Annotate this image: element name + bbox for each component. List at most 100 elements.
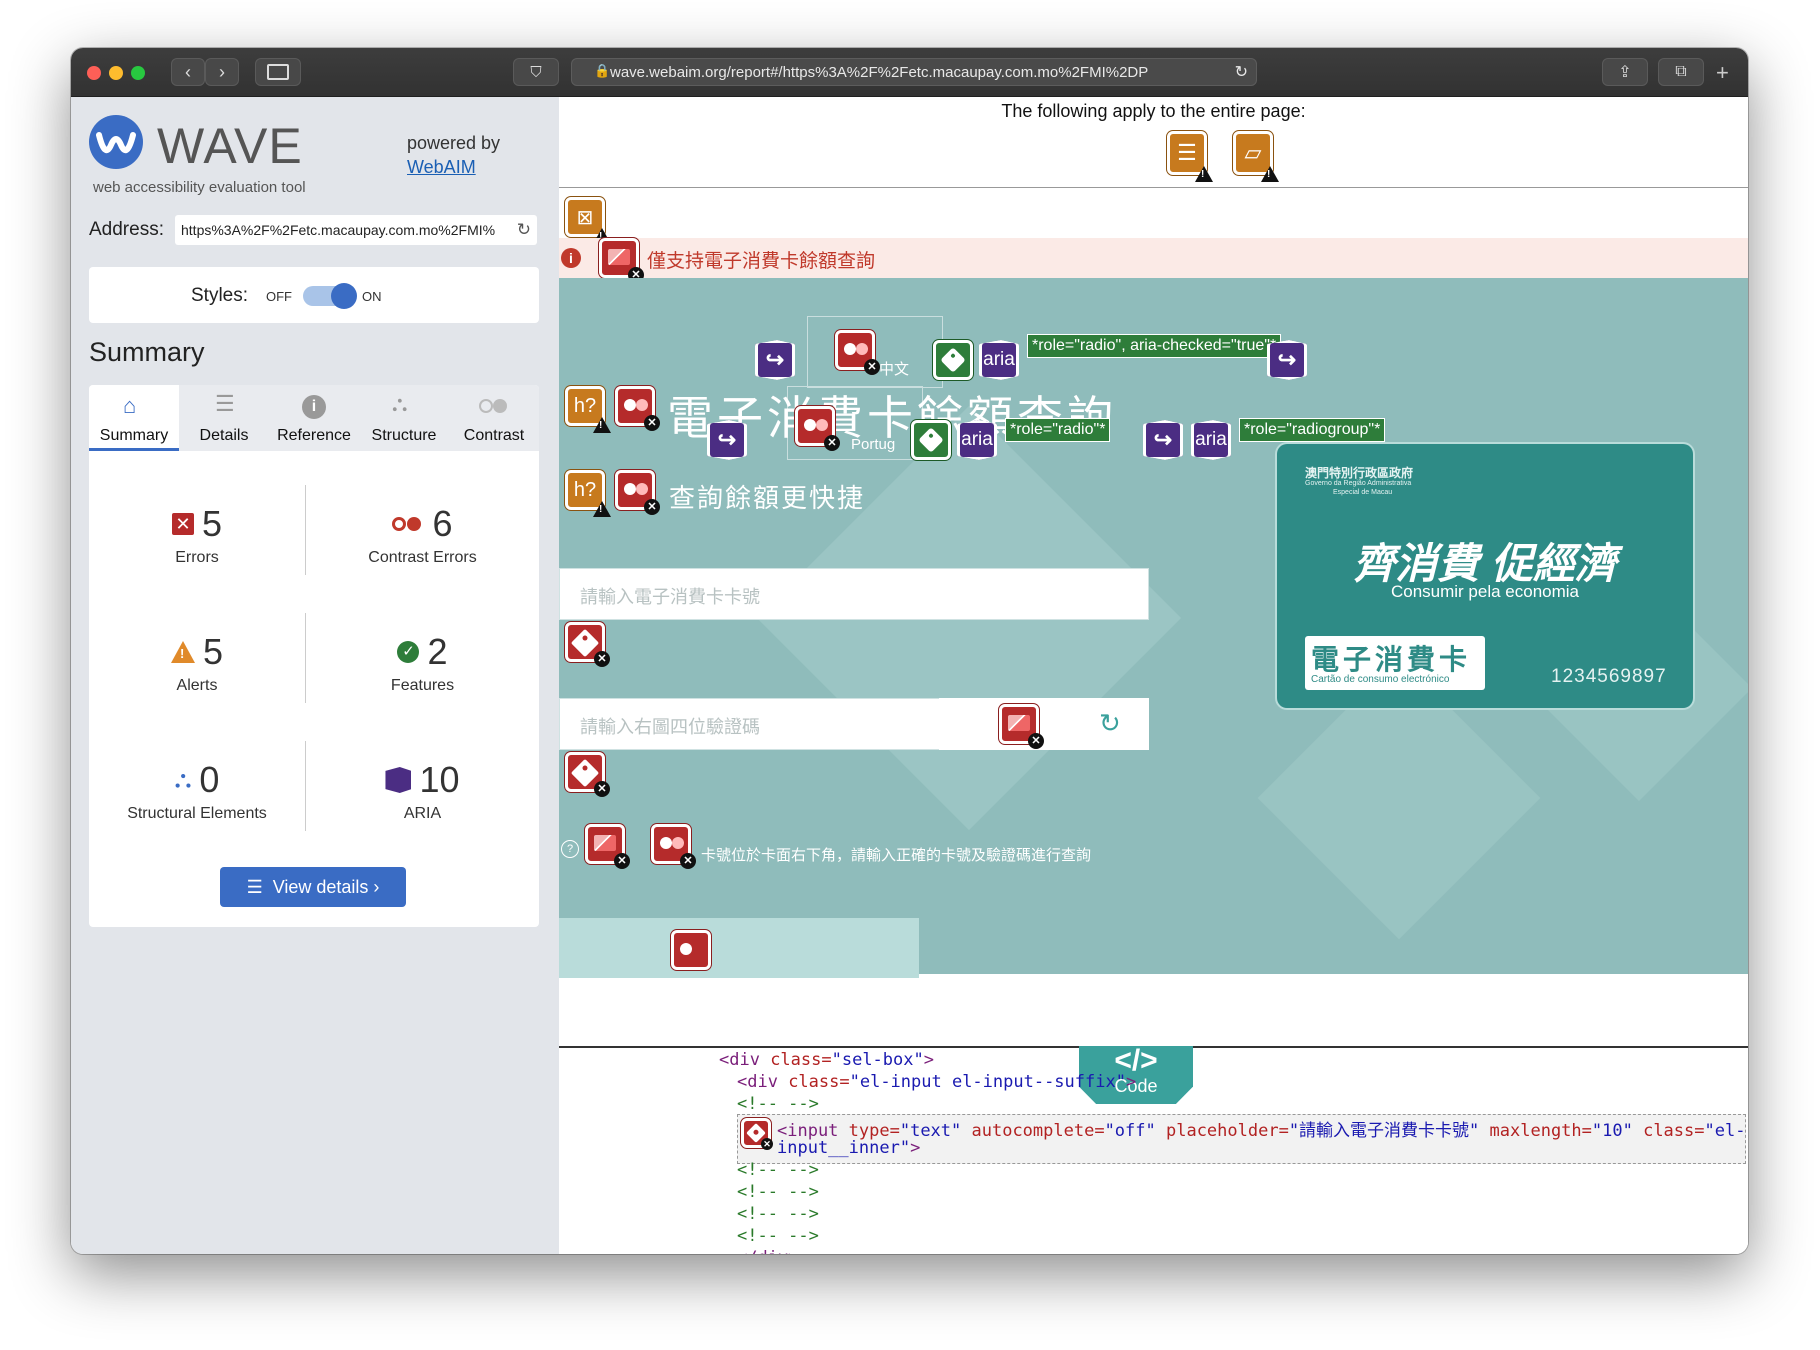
image-alert-icon[interactable]: ⊠! [565,197,611,244]
aria-icon[interactable]: aria [957,420,997,460]
maximize-window-button[interactable] [131,66,145,80]
image-error-icon[interactable]: ✕ [585,824,630,869]
missing-label-error-icon[interactable]: ✕ [741,1118,773,1150]
card-badge: 電子消費卡 Cartão de consumo electrónico [1305,636,1485,690]
contrast-error-icon[interactable]: ✕ [615,470,660,515]
heading-alert-icon[interactable]: h?! [565,470,611,517]
address-input[interactable]: https%3A%2F%2Fetc.macaupay.com.mo%2FMI% … [175,215,537,245]
contrast-error-icon[interactable]: ✕ [835,330,880,375]
tab-summary[interactable]: ⌂ Summary [89,385,179,451]
document-alert-icon[interactable]: ▱! [1233,131,1279,182]
code-line: </div> [737,1248,798,1254]
code-line: <input type="text" autocomplete="off" pl… [777,1116,1745,1141]
stat-features[interactable]: ✓ 2 Features [306,631,539,721]
stat-errors[interactable]: ✕ 5 Errors [89,503,305,593]
list-icon: ☰ [215,391,235,416]
code-token: "el- [1704,1121,1746,1141]
aria-redirect-icon[interactable]: ↪ [755,340,795,380]
aria-icon[interactable]: aria [1191,420,1231,460]
alert-icon: ! [170,641,195,663]
privacy-shield-button[interactable]: ⛉ [513,58,559,86]
contrast-error-icon[interactable]: ✕ [615,386,660,431]
aria-redirect-icon[interactable]: ↪ [1267,340,1307,380]
contrast-errors-label: Contrast Errors [368,549,477,566]
language-feature-icon[interactable] [911,420,951,460]
aria-count: 10 [419,759,460,800]
help-icon[interactable]: ? [561,840,579,858]
code-token: <!-- --> [737,1204,819,1224]
styles-toggle-knob [331,283,357,309]
missing-label-error-icon[interactable]: ✕ [565,752,610,797]
card-badge-zh: 電子消費卡 [1311,644,1472,675]
reload-address-icon[interactable]: ↻ [512,215,531,245]
language-feature-icon[interactable] [933,340,973,380]
aria-label-text: aria [961,429,993,450]
page-notice: The following apply to the entire page: [1001,101,1306,121]
info-icon: i [302,395,326,419]
tab-contrast[interactable]: Contrast [449,385,539,451]
contrast-error-icon[interactable] [671,930,711,970]
document-alert-icon[interactable]: ☰! [1167,131,1213,182]
contrast-error-icon[interactable]: ✕ [795,406,840,451]
features-label: Features [390,677,455,694]
missing-label-error-icon[interactable]: ✕ [565,622,610,667]
code-token: <!-- --> [737,1160,819,1180]
error-icon: ✕ [171,513,194,535]
captcha-image-box: ✕ ↻ [939,698,1149,750]
errors-count: 5 [201,503,223,544]
card-gov-line3: Especial de Macau [1333,489,1393,496]
back-button[interactable]: ‹ [171,58,205,86]
tabs-icon: ⧉ [1675,63,1687,80]
stat-contrast-errors[interactable]: 6 Contrast Errors [306,503,539,593]
aria-redirect-icon[interactable]: ↪ [1143,420,1183,460]
styles-toggle[interactable] [303,283,357,309]
lang-zh-text[interactable]: 中文 [879,358,909,379]
stat-alerts[interactable]: ! 5 Alerts [89,631,305,721]
forward-button[interactable]: › [205,58,239,86]
image-error-icon[interactable]: ✕ [999,704,1044,749]
wave-logo [89,115,143,169]
code-token: "sel-box" [831,1050,924,1070]
code-token: class= [1632,1121,1705,1141]
chevron-left-icon: ‹ [185,61,191,82]
tab-structure[interactable]: ⛬ Structure [359,385,449,451]
reload-icon[interactable]: ↻ [1235,62,1248,82]
lang-pt-text[interactable]: Portug [851,436,895,453]
tab-reference[interactable]: i Reference [269,385,359,451]
lock-icon: 🔒 [594,63,611,78]
share-button[interactable]: ⇪ [1602,58,1648,86]
aria-redirect-icon[interactable]: ↪ [707,420,747,460]
stat-aria[interactable]: 10 ARIA [306,759,539,849]
code-panel: </> Code ✕ <div class="sel-box"> <div cla… [559,1046,1748,1254]
errors-label: Errors [175,549,219,566]
list-icon: ☰ [246,877,263,897]
heading-alert-icon[interactable]: h?! [565,386,611,433]
lang-box [807,316,943,388]
close-window-button[interactable] [87,66,101,80]
captcha-input[interactable]: 請輸入右圖四位驗證碼 [559,698,989,750]
card-number-input[interactable]: 請輸入電子消費卡卡號 [559,568,1149,620]
aria-icon[interactable]: aria [979,340,1019,380]
image-error-icon[interactable]: ✕ [599,238,644,283]
view-details-button[interactable]: ☰ View details › [220,867,406,907]
sidebar-toggle-button[interactable] [255,58,301,86]
minimize-window-button[interactable] [109,66,123,80]
card-number: 1234569897 [1551,666,1667,687]
card-gov-line1: 澳門特別行政區政府 [1305,466,1414,480]
webaim-link[interactable]: WebAIM [407,157,476,178]
chevron-right-icon: › [219,61,225,82]
new-tab-button[interactable]: + [1716,60,1729,86]
styles-off-label: OFF [266,289,292,304]
url-text: wave.webaim.org/report#/https%3A%2F%2Fet… [610,63,1149,81]
code-token: > [923,1050,934,1070]
tab-details[interactable]: ☰ Details [179,385,269,451]
refresh-captcha-icon[interactable]: ↻ [1099,708,1121,739]
contrast-error-icon[interactable]: ✕ [651,824,696,869]
tabs-overview-button[interactable]: ⧉ [1658,58,1704,86]
code-token: <div [719,1050,771,1070]
code-token: > [910,1138,921,1158]
stat-structural-elements[interactable]: ⛬ 0 Structural Elements [89,759,305,849]
code-token: <div [737,1072,789,1092]
notice-divider [559,187,1748,188]
address-bar[interactable]: 🔒 wave.webaim.org/report#/https%3A%2F%2F… [571,58,1257,86]
